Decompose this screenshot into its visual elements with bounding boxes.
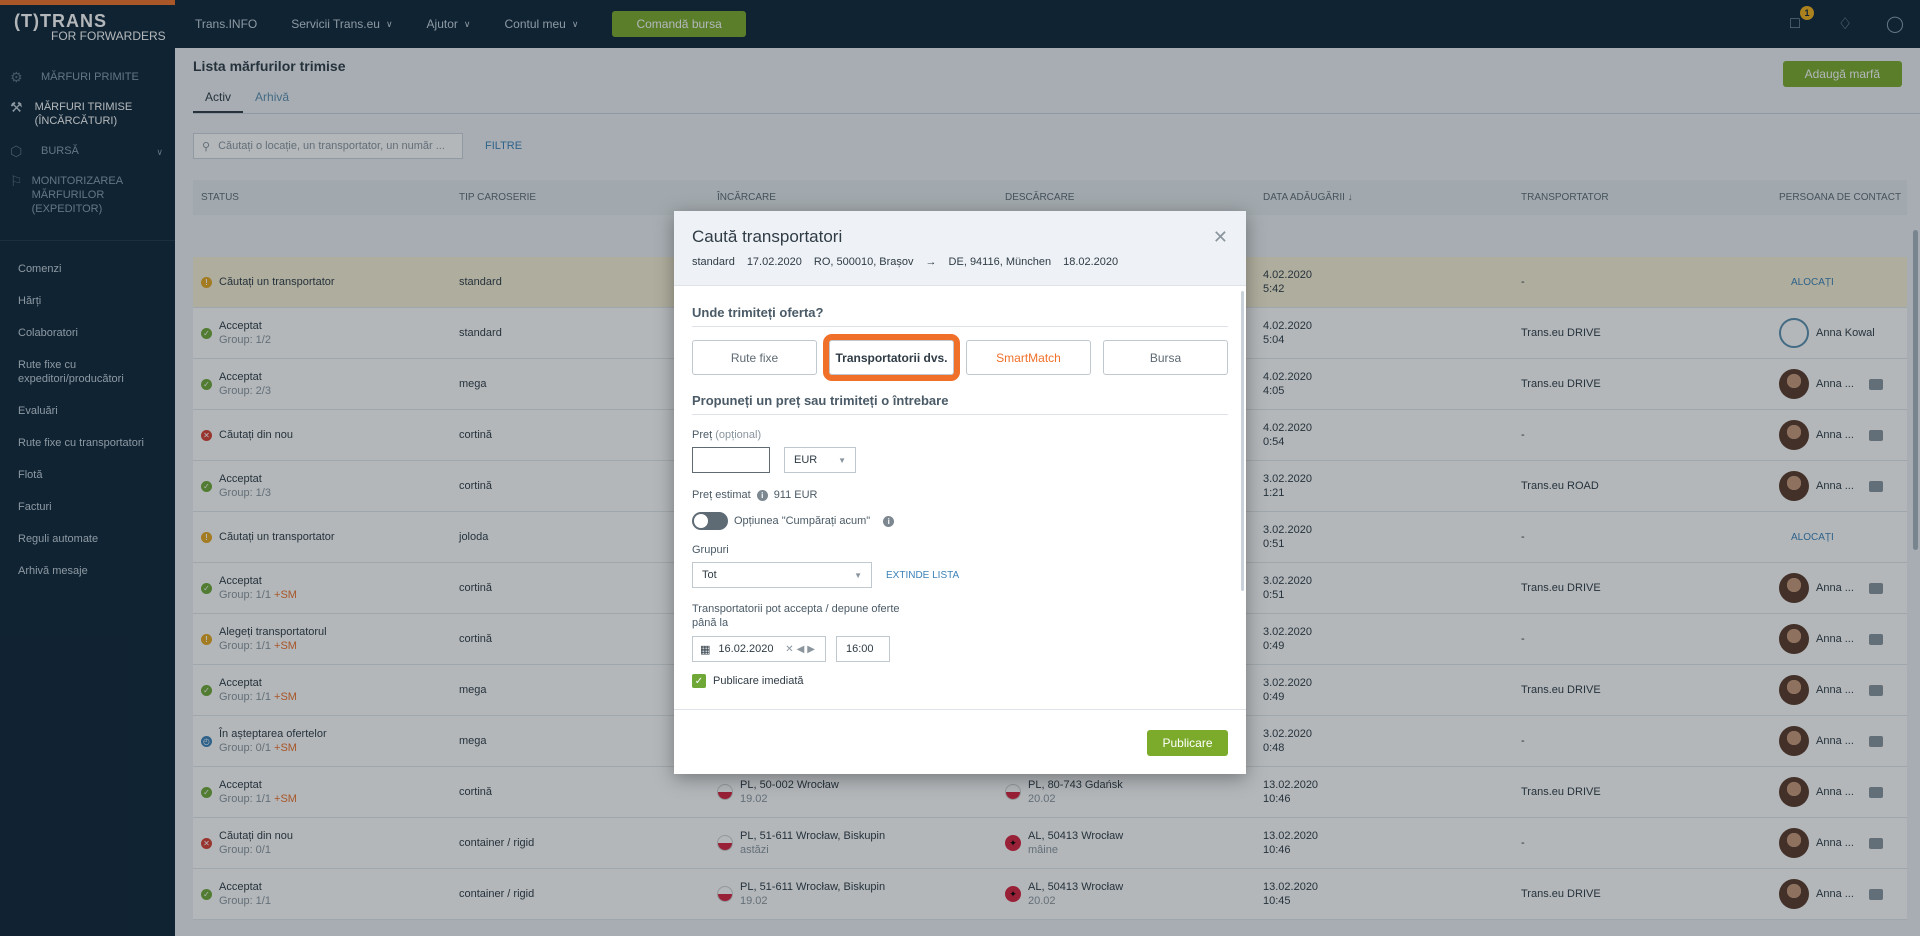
close-icon[interactable]: ✕	[1213, 227, 1228, 248]
groups-select[interactable]: Tot ▼	[692, 562, 872, 588]
price-section-title: Propuneți un preț sau trimiteți o întreb…	[692, 375, 1228, 415]
currency-value: EUR	[794, 454, 818, 466]
date-controls-icon[interactable]: ✕◀▶	[785, 644, 818, 655]
deadline-label-line-2: până la	[692, 617, 729, 629]
target-your-carriers-button[interactable]: Transportatorii dvs.	[823, 334, 960, 381]
target-fixed-routes-button[interactable]: Rute fixe	[692, 340, 817, 375]
publish-now-checkbox[interactable]: ✓	[692, 674, 706, 688]
price-label: Preț (opțional)	[692, 429, 1228, 441]
target-exchange-button[interactable]: Bursa	[1103, 340, 1228, 375]
deadline-date-value: 16.02.2020	[718, 643, 774, 655]
groups-value: Tot	[702, 569, 717, 581]
deadline-date-input[interactable]: ▦ 16.02.2020 ✕◀▶	[692, 636, 826, 662]
modal-footer: Publicare	[674, 709, 1246, 774]
publish-button[interactable]: Publicare	[1147, 730, 1228, 756]
buy-now-row: Opțiunea "Cumpărați acum" i	[692, 512, 1228, 530]
find-carriers-modal: Caută transportatori ✕ standard 17.02.20…	[674, 211, 1246, 774]
modal-route: standard 17.02.2020 RO, 500010, Brașov →…	[692, 256, 1228, 268]
deadline-time-input[interactable]: 16:00	[836, 636, 890, 662]
estimated-price-value: 911 EUR	[773, 489, 818, 501]
extend-list-link[interactable]: EXTINDE LISTA	[886, 570, 959, 581]
price-input[interactable]	[692, 447, 770, 473]
buy-now-toggle[interactable]	[692, 512, 728, 530]
price-row: EUR ▼	[692, 447, 1228, 473]
modal-title: Caută transportatori	[692, 227, 843, 246]
chevron-down-icon: ▼	[838, 455, 846, 465]
groups-row: Tot ▼ EXTINDE LISTA	[692, 562, 1228, 588]
deadline-row: ▦ 16.02.2020 ✕◀▶ 16:00	[692, 636, 1228, 662]
chevron-down-icon: ▼	[854, 570, 862, 580]
route-to: DE, 94116, München	[948, 256, 1052, 268]
modal-body: Unde trimiteți oferta? Rute fixe Transpo…	[674, 287, 1246, 709]
calendar-icon: ▦	[700, 643, 711, 656]
publish-now-row: ✓ Publicare imediată	[692, 674, 1228, 688]
estimated-price-label: Preț estimat	[692, 489, 751, 501]
route-body-type: standard	[692, 256, 735, 268]
deadline-label: Transportatorii pot accepta / depune ofe…	[692, 602, 1228, 630]
target-smartmatch-button[interactable]: SmartMatch	[966, 340, 1091, 375]
currency-select[interactable]: EUR ▼	[784, 447, 856, 473]
estimated-price: Preț estimat i 911 EUR	[692, 489, 1228, 501]
price-label-text: Preț	[692, 429, 713, 441]
arrow-right-icon: →	[925, 256, 937, 268]
publish-now-label: Publicare imediată	[713, 675, 804, 687]
deadline-label-line-1: Transportatorii pot accepta / depune ofe…	[692, 603, 900, 615]
target-selector: Rute fixe Transportatorii dvs. SmartMatc…	[692, 334, 1228, 381]
route-from: RO, 500010, Brașov	[813, 256, 914, 268]
modal-scrollbar[interactable]	[1241, 291, 1244, 591]
target-section-title: Unde trimiteți oferta?	[692, 287, 1228, 327]
buy-now-label: Opțiunea "Cumpărați acum"	[734, 515, 871, 527]
groups-label: Grupuri	[692, 544, 729, 556]
route-unload-date: 18.02.2020	[1063, 256, 1119, 268]
route-load-date: 17.02.2020	[746, 256, 802, 268]
price-optional-text: (opțional)	[715, 429, 762, 441]
info-icon[interactable]: i	[756, 489, 768, 501]
info-icon[interactable]: i	[883, 515, 895, 527]
modal-header: Caută transportatori ✕ standard 17.02.20…	[674, 211, 1246, 286]
